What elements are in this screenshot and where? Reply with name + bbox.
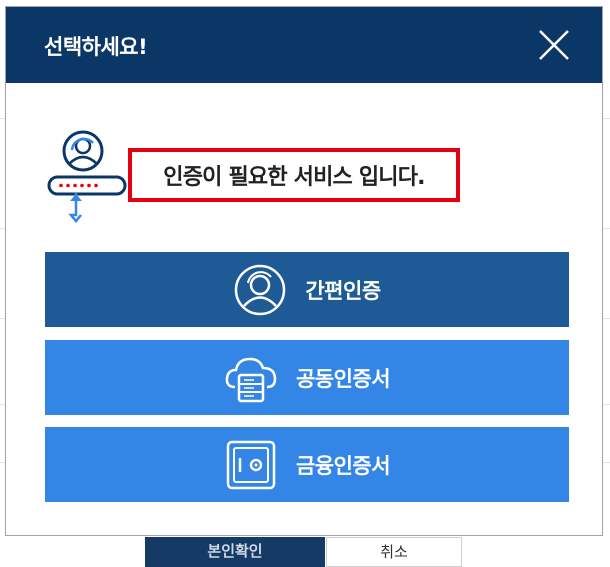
user-circle-icon	[233, 263, 287, 317]
auth-select-dialog: 선택하세요! 인증이 필요한 서비스 입니다. 간편	[5, 6, 603, 536]
simple-auth-label: 간편인증	[305, 275, 380, 305]
close-icon	[536, 27, 572, 63]
financial-certificate-button[interactable]: 금융인증서	[45, 427, 569, 502]
notice-text: 인증이 필요한 서비스 입니다.	[163, 159, 424, 191]
simple-auth-button[interactable]: 간편인증	[45, 252, 569, 327]
bg-cancel-button[interactable]: 취소	[326, 537, 462, 567]
financial-certificate-label: 금융인증서	[296, 450, 390, 480]
dialog-header: 선택하세요!	[6, 7, 602, 83]
cloud-server-icon	[224, 351, 278, 405]
bg-verify-button[interactable]: 본인확인	[145, 537, 325, 567]
auth-required-notice: 인증이 필요한 서비스 입니다.	[128, 148, 460, 202]
joint-certificate-label: 공동인증서	[296, 363, 390, 393]
user-password-icon	[46, 129, 130, 225]
joint-certificate-button[interactable]: 공동인증서	[45, 340, 569, 415]
dialog-title: 선택하세요!	[44, 31, 147, 61]
close-button[interactable]	[536, 27, 572, 63]
safe-icon	[224, 438, 278, 492]
